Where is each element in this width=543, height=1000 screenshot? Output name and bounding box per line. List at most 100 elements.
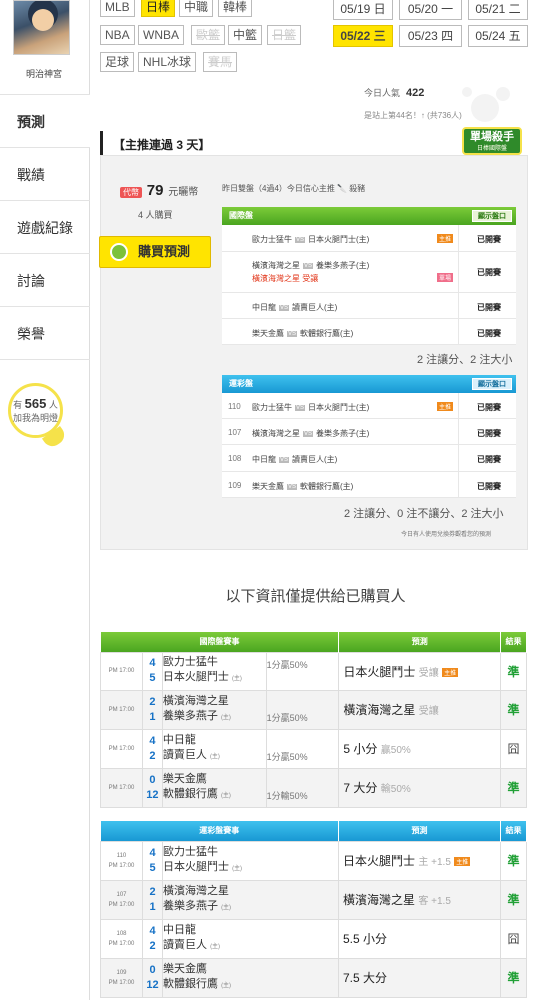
prediction-detail: 受讓 [418, 706, 439, 717]
score-home: 2 [149, 939, 156, 952]
game-time: PM 17:00 [100, 728, 143, 769]
team-home: 養樂多燕子(主) [316, 429, 370, 438]
game-time: 107 PM 17:00 [100, 879, 143, 920]
sidebar: 明治神宮 預測 戰績 遊戲紀錄 討論 榮譽 有 565 人 加我為明燈 [0, 0, 90, 1000]
game-number: 110 [116, 852, 127, 859]
site-rank: 是站上第44名！↑ (共736人) [364, 111, 462, 120]
home-mark: (主) [220, 792, 231, 799]
game-number: 108 [228, 454, 242, 463]
result: 準 [500, 879, 527, 920]
filter-nba[interactable]: NBA [100, 25, 135, 45]
prediction-pick: 7.5 大分 [343, 971, 388, 985]
result: 準 [500, 767, 527, 808]
filter-wnba[interactable]: WNBA [138, 25, 184, 45]
game-time: PM 17:00 [100, 651, 143, 691]
game-time: PM 17:00 [100, 689, 143, 730]
team-home: 讀賣巨人(主) [292, 303, 338, 312]
team-home: 養樂多燕子 [163, 899, 218, 912]
date-0522[interactable]: 05/22 三 [333, 25, 393, 47]
score-away: 2 [149, 885, 156, 898]
prediction: 5.5 小分 [338, 918, 501, 959]
table-row: 107 PM 17:00 21 橫濱海灣之星 養樂多燕子 (主) 橫濱海灣之星 客 … [100, 879, 527, 920]
game-time-text: PM 17:00 [108, 901, 135, 908]
team-away: 橫濱海灣之星 [252, 429, 300, 438]
game-time: 108 PM 17:00 [100, 918, 143, 959]
nav-item-record[interactable]: 戰績 [0, 147, 90, 201]
main-pick-tag: 主推 [442, 667, 459, 677]
killer-badge: 單場殺手 日棒國際盤 [462, 127, 522, 155]
table-row: 109 PM 17:00 0 12 樂天金鷹 軟體銀行鷹 (主) 7.5 大分 準 [100, 957, 527, 998]
score-away: 4 [149, 924, 156, 937]
vs-icon: VS [287, 330, 298, 337]
filter-mlb[interactable]: MLB [100, 0, 135, 17]
lottery-section-title: 運彩盤 [229, 379, 253, 388]
prediction-pick: 日本火腿鬥士 [343, 664, 416, 679]
home-mark: (主) [232, 865, 243, 872]
lottery-row: 109 樂天金鷹 VS 軟體銀行鷹(主) 已開賽 [222, 472, 516, 498]
score: 45 [142, 840, 163, 881]
lottery-show-odds-button[interactable]: 顯示盤口 [472, 378, 512, 390]
teams: 樂天金鷹 軟體銀行鷹 (主) [162, 957, 339, 998]
date-0524[interactable]: 05/24 五 [468, 25, 528, 47]
column-header: 預測 [338, 632, 501, 652]
result: 囧 [500, 728, 527, 769]
popularity-prefix: 有 [13, 400, 23, 410]
score-away: 0 [149, 963, 156, 976]
price-value: 79 [146, 182, 164, 199]
team-away: 中日龍 [163, 923, 196, 936]
team-away: 歐力士猛牛 [252, 403, 292, 412]
date-0521[interactable]: 05/21 二 [468, 0, 528, 20]
match-status: 已開賽 [477, 303, 501, 312]
prediction-summary: 昨日雙盤（4過4）今日信心主推 🔪 殺豬 [222, 184, 366, 193]
intl-row: 中日龍 VS 讀賣巨人(主) 已開賽 [222, 293, 516, 319]
filter-kr-baseball[interactable]: 韓棒 [218, 0, 253, 17]
intl-row: 歐力士猛牛 VS 日本火腿鬥士(主) 主推 已開賽 [222, 225, 516, 252]
home-mark: (主) [221, 904, 232, 911]
filter-cn-basketball[interactable]: 中籃 [228, 25, 263, 45]
popularity-suffix: 人 [48, 400, 58, 410]
date-0520[interactable]: 05/20 一 [399, 0, 462, 20]
column-header: 運彩盤賽事 [100, 821, 339, 841]
prediction-pick: 7 大分 [343, 781, 378, 795]
team-home: 讀賣巨人 [163, 938, 207, 951]
column-header: 結果 [500, 821, 527, 841]
nav-item-game-history[interactable]: 遊戲紀錄 [0, 200, 90, 254]
lightbulb-follow-button[interactable]: 有 565 人 加我為明燈 [8, 383, 69, 451]
team-away: 橫濱海灣之星 [162, 694, 229, 707]
filter-soccer[interactable]: 足球 [100, 52, 135, 72]
game-number: 107 [116, 891, 127, 898]
match-status: 已開賽 [477, 268, 501, 277]
match-status: 已開賽 [477, 482, 501, 491]
score-home: 5 [149, 861, 156, 874]
intl-row: 橫濱海灣之星 VS 養樂多燕子(主) 橫濱海灣之星 受讓 單場 已開賽 [222, 252, 516, 293]
nav-item-honor[interactable]: 榮譽 [0, 306, 90, 360]
filter-jp-baseball[interactable]: 日棒 [141, 0, 176, 17]
avatar[interactable] [13, 0, 70, 55]
nav-item-discussion[interactable]: 討論 [0, 253, 90, 307]
game-number: 109 [116, 969, 127, 976]
nav-item-predict[interactable]: 預測 [0, 94, 90, 148]
filter-cpbl[interactable]: 中職 [179, 0, 214, 17]
prediction: 日本火腿鬥士 主 +1.5 主推 [338, 840, 501, 881]
table-row: PM 17:00 42 中日龍 讀賣巨人 (主) 1分贏50% 5 小分 贏50%… [100, 728, 527, 769]
intl-show-odds-button[interactable]: 顯示盤口 [472, 210, 512, 222]
score: 45 [141, 651, 163, 691]
badge-label: 單場殺手 [470, 131, 514, 143]
buy-prediction-button[interactable]: 購買預測 [99, 236, 211, 268]
prediction-pick: 日本火腿鬥士 [343, 854, 416, 868]
result: 囧 [500, 918, 527, 959]
coin-icon [110, 243, 128, 261]
score: 0 12 [141, 767, 163, 808]
score-home: 1 [149, 900, 156, 913]
table-row: PM 17:00 21 橫濱海灣之星 養樂多燕子 (主) 1分贏50% 橫濱海灣之… [100, 689, 527, 730]
date-0523[interactable]: 05/23 四 [399, 25, 462, 47]
divider [458, 393, 459, 418]
username[interactable]: 明治神宮 [0, 67, 88, 80]
score-home: 5 [149, 672, 156, 684]
filter-nhl[interactable]: NHL冰球 [138, 52, 197, 72]
date-0519[interactable]: 05/19 日 [333, 0, 393, 20]
team-away: 歐力士猛牛 [163, 845, 218, 858]
prediction: 橫濱海灣之星 客 +1.5 [338, 879, 501, 920]
prediction-pick: 橫濱海灣之星 [343, 703, 416, 717]
score: 42 [141, 728, 163, 769]
